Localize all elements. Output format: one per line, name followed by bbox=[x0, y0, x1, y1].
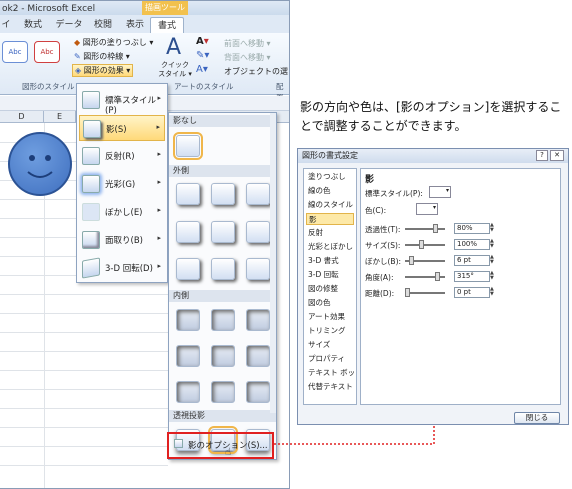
category-item[interactable]: 線のスタイル bbox=[306, 199, 354, 211]
size-value[interactable]: 100% bbox=[454, 239, 490, 250]
instruction-caption: 影の方向や色は、[影のオプション]を選択することで調整することができます。 bbox=[300, 100, 562, 133]
slider-thumb[interactable] bbox=[433, 224, 438, 233]
spinner-icon[interactable]: ▲ ▼ bbox=[490, 223, 496, 234]
format-shape-dialog: 図形の書式設定 ? ✕ 塗りつぶし 線の色 線のスタイル 影 反射 光彩とぼかし… bbox=[297, 148, 569, 425]
category-item[interactable]: 図の色 bbox=[306, 297, 354, 309]
section-heading: 影 bbox=[365, 175, 375, 185]
angle-slider[interactable] bbox=[405, 272, 445, 281]
transparency-value[interactable]: 80% bbox=[454, 223, 490, 234]
category-item[interactable]: 反射 bbox=[306, 227, 354, 239]
distance-slider[interactable] bbox=[405, 288, 445, 297]
close-button[interactable]: 閉じる bbox=[514, 412, 560, 424]
angle-value[interactable]: 315° bbox=[454, 271, 490, 282]
distance-label: 距離(D): bbox=[365, 289, 395, 298]
spinner-icon[interactable]: ▲ ▼ bbox=[490, 255, 496, 266]
dialog-title: 図形の書式設定 bbox=[302, 151, 358, 160]
category-item-shadow[interactable]: 影 bbox=[306, 213, 354, 225]
category-item[interactable]: アート効果 bbox=[306, 311, 354, 323]
category-item[interactable]: 図の修整 bbox=[306, 283, 354, 295]
category-item[interactable]: 光彩とぼかし bbox=[306, 241, 354, 253]
slider-thumb[interactable] bbox=[405, 288, 410, 297]
category-item[interactable]: テキスト ボックス bbox=[306, 367, 354, 379]
category-item[interactable]: 代替テキスト bbox=[306, 381, 354, 393]
preset-dropdown[interactable]: ▾ bbox=[429, 186, 451, 198]
help-button[interactable]: ? bbox=[536, 150, 548, 161]
color-label: 色(C): bbox=[365, 206, 387, 215]
close-x-button[interactable]: ✕ bbox=[550, 150, 564, 161]
category-item[interactable]: 塗りつぶし bbox=[306, 171, 354, 183]
blur-slider[interactable] bbox=[405, 256, 445, 265]
category-item[interactable]: サイズ bbox=[306, 339, 354, 351]
spinner-icon[interactable]: ▲ ▼ bbox=[490, 287, 496, 298]
angle-label: 角度(A): bbox=[365, 273, 394, 282]
transparency-label: 透過性(T): bbox=[365, 225, 401, 234]
distance-value[interactable]: 0 pt bbox=[454, 287, 490, 298]
blur-label: ぼかし(B): bbox=[365, 257, 402, 266]
size-label: サイズ(S): bbox=[365, 241, 401, 250]
dialog-category-list: 塗りつぶし 線の色 線のスタイル 影 反射 光彩とぼかし 3-D 書式 3-D … bbox=[303, 168, 357, 405]
slider-thumb[interactable] bbox=[419, 240, 424, 249]
category-item[interactable]: 線の色 bbox=[306, 185, 354, 197]
category-item[interactable]: プロパティ bbox=[306, 353, 354, 365]
slider-thumb[interactable] bbox=[409, 256, 414, 265]
preset-label: 標準スタイル(P): bbox=[365, 189, 423, 198]
dialog-shadow-panel: 影 標準スタイル(P): ▾ 色(C): ▾ 透過性(T): 80% ▲ ▼ サイ… bbox=[360, 168, 561, 405]
size-slider[interactable] bbox=[405, 240, 445, 249]
spinner-icon[interactable]: ▲ ▼ bbox=[490, 239, 496, 250]
dialog-title-bar: 図形の書式設定 ? ✕ bbox=[298, 149, 568, 163]
slider-thumb[interactable] bbox=[435, 272, 440, 281]
color-dropdown[interactable]: ▾ bbox=[416, 203, 438, 215]
category-item[interactable]: トリミング bbox=[306, 325, 354, 337]
blur-value[interactable]: 6 pt bbox=[454, 255, 490, 266]
spinner-icon[interactable]: ▲ ▼ bbox=[490, 271, 496, 282]
transparency-slider[interactable] bbox=[405, 224, 445, 233]
category-item[interactable]: 3-D 書式 bbox=[306, 255, 354, 267]
category-item[interactable]: 3-D 回転 bbox=[306, 269, 354, 281]
